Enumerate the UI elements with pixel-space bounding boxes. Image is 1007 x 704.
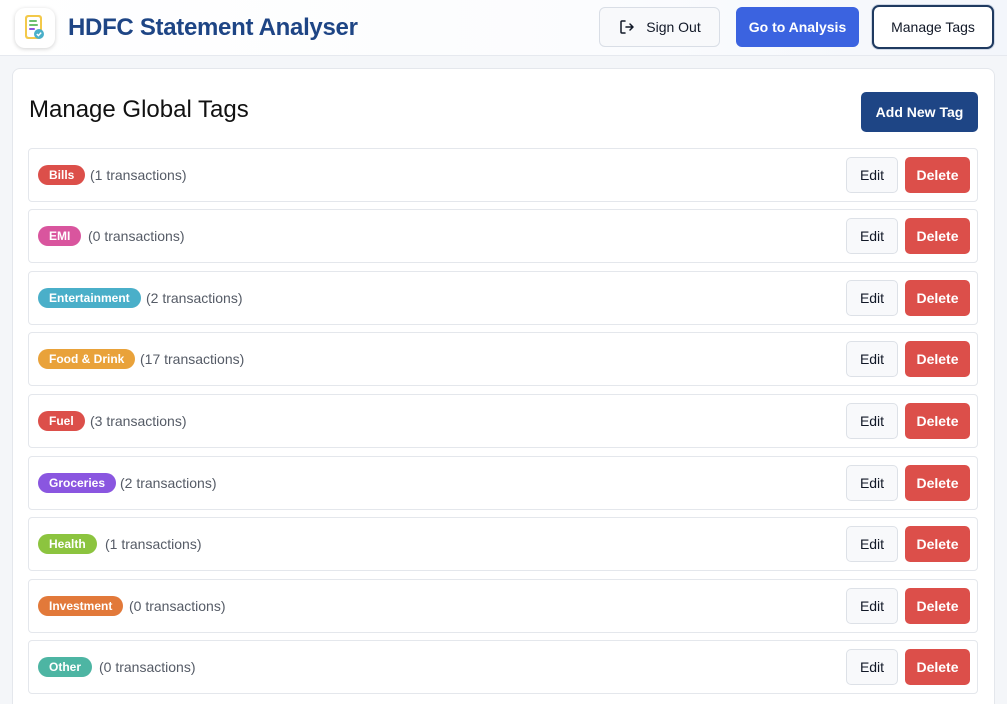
delete-tag-button[interactable]: Delete (905, 526, 970, 562)
edit-tag-button[interactable]: Edit (846, 280, 898, 316)
tag-pill: Health (38, 534, 97, 554)
edit-tag-button[interactable]: Edit (846, 218, 898, 254)
tag-row: Food & Drink (17 transactions) Edit Delete (28, 332, 978, 386)
sign-out-button[interactable]: Sign Out (599, 7, 720, 47)
edit-tag-button[interactable]: Edit (846, 526, 898, 562)
tag-row: Groceries (2 transactions) Edit Delete (28, 456, 978, 510)
tag-transaction-count: (0 transactions) (129, 598, 226, 614)
edit-tag-button[interactable]: Edit (846, 588, 898, 624)
statement-doc-icon (25, 15, 44, 39)
top-header: HDFC Statement Analyser Sign Out Go to A… (0, 0, 1007, 56)
tag-pill: Investment (38, 596, 124, 616)
edit-tag-button[interactable]: Edit (846, 403, 898, 439)
edit-tag-button[interactable]: Edit (846, 341, 898, 377)
tag-transaction-count: (2 transactions) (146, 290, 243, 306)
tag-row: Entertainment (2 transactions) Edit Delete (28, 271, 978, 325)
tag-pill: Groceries (38, 473, 117, 493)
delete-tag-button[interactable]: Delete (905, 403, 970, 439)
sign-out-label: Sign Out (646, 19, 701, 35)
edit-tag-button[interactable]: Edit (846, 157, 898, 193)
edit-tag-button[interactable]: Edit (846, 649, 898, 685)
tag-transaction-count: (1 transactions) (90, 167, 187, 183)
edit-tag-button[interactable]: Edit (846, 465, 898, 501)
add-new-tag-button[interactable]: Add New Tag (861, 92, 978, 132)
delete-tag-button[interactable]: Delete (905, 280, 970, 316)
tag-pill: Bills (38, 165, 86, 185)
sign-out-icon (618, 18, 636, 36)
tag-transaction-count: (2 transactions) (120, 475, 217, 491)
tag-pill: Food & Drink (38, 349, 136, 369)
manage-tags-button[interactable]: Manage Tags (872, 5, 994, 49)
tag-row: Health (1 transactions) Edit Delete (28, 517, 978, 571)
page-title: Manage Global Tags (29, 96, 249, 123)
tag-pill: EMI (38, 226, 82, 246)
tag-row: Bills (1 transactions) Edit Delete (28, 148, 978, 202)
tag-pill: Other (38, 657, 93, 677)
delete-tag-button[interactable]: Delete (905, 588, 970, 624)
tag-pill: Entertainment (38, 288, 141, 308)
tag-transaction-count: (17 transactions) (140, 351, 245, 367)
tag-transaction-count: (3 transactions) (90, 413, 187, 429)
delete-tag-button[interactable]: Delete (905, 157, 970, 193)
tag-transaction-count: (1 transactions) (105, 536, 202, 552)
delete-tag-button[interactable]: Delete (905, 341, 970, 377)
delete-tag-button[interactable]: Delete (905, 465, 970, 501)
app-logo[interactable] (15, 8, 55, 48)
tag-row: Fuel (3 transactions) Edit Delete (28, 394, 978, 448)
delete-tag-button[interactable]: Delete (905, 649, 970, 685)
tag-row: Investment (0 transactions) Edit Delete (28, 579, 978, 633)
tag-transaction-count: (0 transactions) (99, 659, 196, 675)
tag-row: Other (0 transactions) Edit Delete (28, 640, 978, 694)
tag-transaction-count: (0 transactions) (88, 228, 185, 244)
app-title: HDFC Statement Analyser (68, 14, 358, 41)
delete-tag-button[interactable]: Delete (905, 218, 970, 254)
go-to-analysis-button[interactable]: Go to Analysis (736, 7, 859, 47)
tag-row: EMI (0 transactions) Edit Delete (28, 209, 978, 263)
tag-pill: Fuel (38, 411, 85, 431)
